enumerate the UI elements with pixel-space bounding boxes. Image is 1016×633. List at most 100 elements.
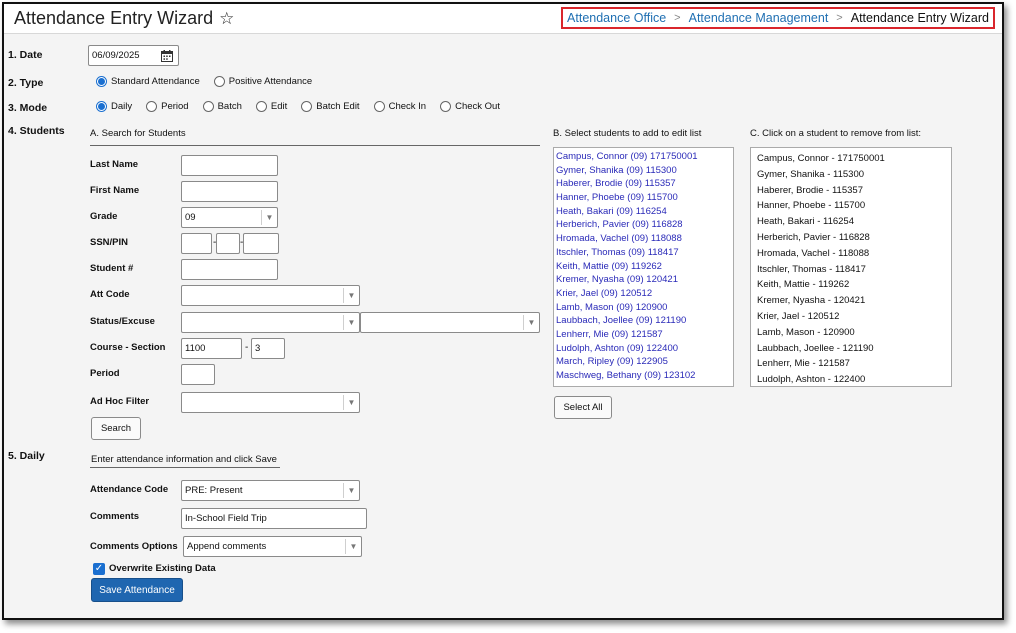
list-item[interactable]: Keith, Mattie (09) 119262: [554, 260, 733, 274]
list-item[interactable]: Kremer, Nyasha - 120421: [751, 293, 951, 309]
status-select[interactable]: ▼: [181, 312, 360, 333]
list-item[interactable]: Ludolph, Ashton (09) 122400: [554, 342, 733, 356]
mode-daily-label: Daily: [111, 101, 133, 112]
calendar-icon[interactable]: [158, 46, 176, 66]
section-date-label: 1. Date: [8, 49, 43, 61]
chevron-down-icon: ▼: [343, 288, 359, 303]
mode-option-edit[interactable]: Edit: [255, 101, 287, 112]
type-option-standard[interactable]: Standard Attendance: [96, 76, 200, 87]
list-item[interactable]: Lenherr, Mie - 121587: [751, 356, 951, 372]
list-item[interactable]: Gymer, Shanika (09) 115300: [554, 164, 733, 178]
mode-option-check-out[interactable]: Check Out: [440, 101, 500, 112]
chevron-down-icon: ▼: [345, 539, 361, 554]
mode-option-check-in[interactable]: Check In: [373, 101, 426, 112]
comments-input[interactable]: [181, 508, 367, 529]
list-item[interactable]: Krier, Jael (09) 120512: [554, 287, 733, 301]
last-name-input[interactable]: [181, 155, 278, 176]
chevron-right-icon: >: [836, 12, 843, 24]
list-item[interactable]: Heath, Bakari - 116254: [751, 214, 951, 230]
chevron-down-icon: ▼: [343, 395, 359, 410]
list-b-heading: B. Select students to add to edit list: [553, 128, 702, 139]
radio-positive[interactable]: [213, 76, 225, 87]
grade-value: 09: [185, 212, 196, 223]
mode-option-batch-edit[interactable]: Batch Edit: [301, 101, 360, 112]
last-name-label: Last Name: [90, 159, 139, 170]
radio-daily[interactable]: [96, 101, 107, 112]
list-item[interactable]: Lamb, Mason (09) 120900: [554, 301, 733, 315]
mode-batch-label: Batch: [217, 101, 242, 112]
grade-select[interactable]: 09 ▼: [181, 207, 278, 228]
section-type-label: 2. Type: [8, 77, 44, 89]
ssn-input-1[interactable]: [181, 233, 212, 254]
list-item[interactable]: March, Ripley (09) 122905: [554, 355, 733, 369]
mode-option-period[interactable]: Period: [146, 101, 189, 112]
mode-option-daily[interactable]: Daily: [96, 101, 132, 112]
period-input[interactable]: [181, 364, 215, 385]
list-item[interactable]: Hromada, Vachel - 118088: [751, 246, 951, 262]
chevron-down-icon: ▼: [343, 483, 359, 498]
save-attendance-button[interactable]: Save Attendance: [91, 578, 183, 602]
att-code-select[interactable]: ▼: [181, 285, 360, 306]
radio-standard[interactable]: [96, 76, 107, 87]
search-button[interactable]: Search: [91, 417, 141, 440]
list-item[interactable]: Gymer, Shanika - 115300: [751, 167, 951, 183]
list-item[interactable]: Herberich, Pavier - 116828: [751, 230, 951, 246]
star-outline-icon[interactable]: ☆: [219, 9, 234, 28]
list-item[interactable]: Itschler, Thomas (09) 118417: [554, 246, 733, 260]
mode-batch-edit-label: Batch Edit: [316, 101, 360, 112]
first-name-input[interactable]: [181, 181, 278, 202]
mode-option-batch[interactable]: Batch: [202, 101, 242, 112]
attendance-code-select[interactable]: PRE: Present ▼: [181, 480, 360, 501]
breadcrumb-attendance-management[interactable]: Attendance Management: [689, 11, 829, 25]
list-item[interactable]: Campus, Connor (09) 171750001: [554, 150, 733, 164]
list-item[interactable]: Itschler, Thomas - 118417: [751, 262, 951, 278]
list-item[interactable]: Kremer, Nyasha (09) 120421: [554, 273, 733, 287]
list-item[interactable]: Lenherr, Mie (09) 121587: [554, 328, 733, 342]
list-item[interactable]: Heath, Bakari (09) 116254: [554, 205, 733, 219]
list-item[interactable]: Hanner, Phoebe - 115700: [751, 198, 951, 214]
list-item[interactable]: Lamb, Mason - 120900: [751, 325, 951, 341]
overwrite-label: Overwrite Existing Data: [109, 563, 216, 574]
type-option-positive[interactable]: Positive Attendance: [213, 76, 312, 87]
radio-period[interactable]: [146, 101, 158, 112]
chevron-right-icon: >: [674, 12, 681, 24]
radio-check-out[interactable]: [440, 101, 452, 112]
list-item[interactable]: Laubbach, Joellee (09) 121190: [554, 314, 733, 328]
section-input[interactable]: [251, 338, 285, 359]
breadcrumb: Attendance Office > Attendance Managemen…: [561, 7, 995, 29]
list-item[interactable]: Keith, Mattie - 119262: [751, 277, 951, 293]
adhoc-filter-select[interactable]: ▼: [181, 392, 360, 413]
comments-options-label: Comments Options: [90, 541, 178, 552]
date-value: 06/09/2025: [92, 50, 140, 61]
course-input[interactable]: [181, 338, 242, 359]
ssn-input-2[interactable]: [216, 233, 240, 254]
list-item[interactable]: Herberich, Pavier (09) 116828: [554, 218, 733, 232]
selected-students-list[interactable]: Campus, Connor - 171750001 Gymer, Shanik…: [750, 147, 952, 387]
attendance-code-label: Attendance Code: [90, 484, 169, 495]
attendance-code-value: PRE: Present: [185, 485, 243, 496]
radio-check-in[interactable]: [373, 101, 385, 112]
list-item[interactable]: Laubbach, Joellee - 121190: [751, 341, 951, 357]
status-excuse-label: Status/Excuse: [90, 316, 155, 327]
ssn-input-3[interactable]: [243, 233, 279, 254]
excuse-select[interactable]: ▼: [360, 312, 540, 333]
type-option-standard-label: Standard Attendance: [111, 76, 200, 87]
list-item[interactable]: Ludolph, Ashton - 122400: [751, 372, 951, 386]
list-item[interactable]: Hanner, Phoebe (09) 115700: [554, 191, 733, 205]
list-item[interactable]: Krier, Jael - 120512: [751, 309, 951, 325]
breadcrumb-attendance-office[interactable]: Attendance Office: [567, 11, 666, 25]
list-item[interactable]: Hromada, Vachel (09) 118088: [554, 232, 733, 246]
list-item[interactable]: Haberer, Brodie (09) 115357: [554, 177, 733, 191]
select-all-button[interactable]: Select All: [554, 396, 612, 419]
overwrite-checkbox[interactable]: ✓: [93, 563, 105, 575]
radio-edit[interactable]: [255, 101, 267, 112]
radio-batch[interactable]: [202, 101, 214, 112]
list-item[interactable]: Haberer, Brodie - 115357: [751, 183, 951, 199]
mode-radio-group: Daily Period Batch Edit Batch Edit Check…: [96, 101, 514, 112]
list-item[interactable]: Campus, Connor - 171750001: [751, 151, 951, 167]
student-search-results-list[interactable]: Campus, Connor (09) 171750001 Gymer, Sha…: [553, 147, 734, 387]
list-item[interactable]: Maschweg, Bethany (09) 123102: [554, 369, 733, 383]
comments-options-select[interactable]: Append comments ▼: [183, 536, 362, 557]
radio-batch-edit[interactable]: [301, 101, 313, 112]
student-number-input[interactable]: [181, 259, 278, 280]
